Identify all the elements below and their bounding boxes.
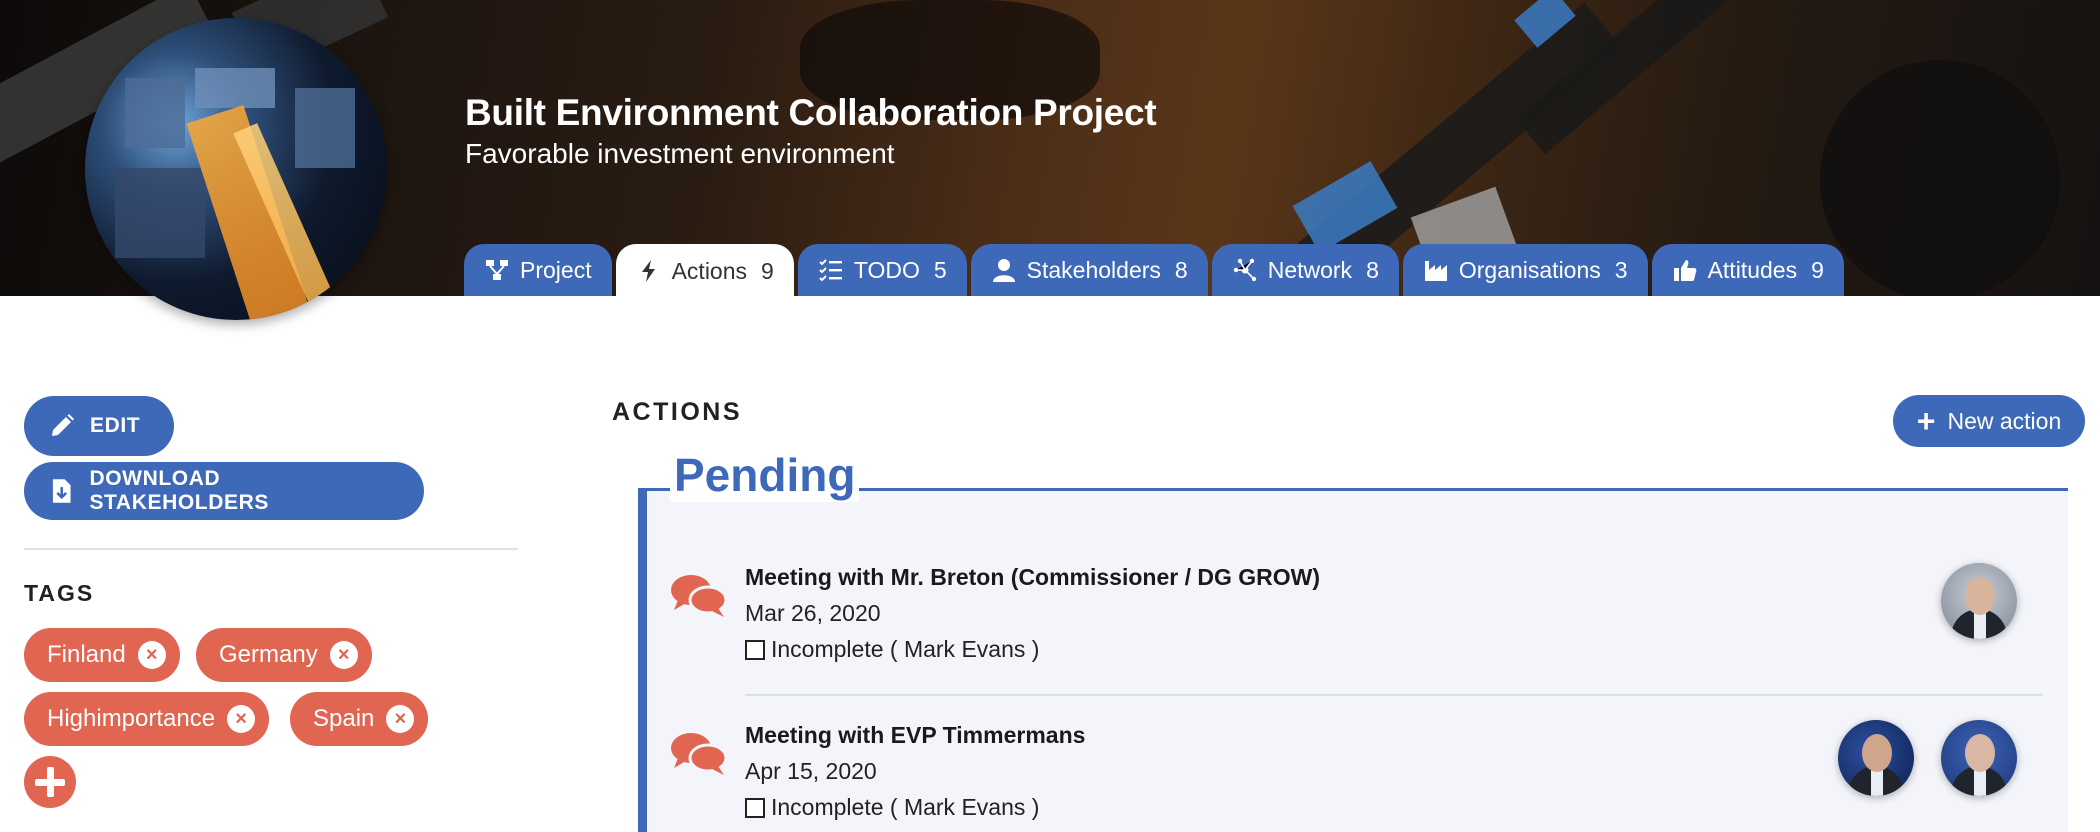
action-date: Mar 26, 2020 — [745, 600, 881, 626]
tab-count: 3 — [1614, 256, 1628, 283]
tab-label: TODO — [853, 256, 920, 283]
tab-count: 9 — [761, 257, 774, 284]
tab-actions[interactable]: Actions 9 — [615, 244, 794, 296]
action-status: Incomplete ( Mark Evans ) — [745, 636, 1039, 663]
image-detail — [125, 78, 185, 148]
remove-tag-icon[interactable]: × — [137, 641, 166, 669]
tag-label: Spain — [313, 705, 375, 732]
remove-tag-icon[interactable]: × — [386, 705, 415, 733]
participant-avatar[interactable] — [1941, 563, 2017, 639]
remove-tag-icon[interactable]: × — [227, 705, 256, 733]
actions-heading: ACTIONS — [612, 398, 742, 426]
incomplete-checkbox[interactable] — [745, 639, 765, 660]
download-stakeholders-button[interactable]: DOWNLOAD STAKEHOLDERS — [24, 462, 424, 520]
tag-germany: Germany × — [196, 628, 372, 682]
pending-title: Pending — [670, 448, 860, 502]
tag-label: Finland — [47, 641, 126, 668]
tag-spain: Spain × — [290, 692, 429, 746]
participant-avatar[interactable] — [1941, 720, 2017, 796]
thumbs-up-icon — [1673, 260, 1696, 281]
add-tag-button[interactable] — [24, 756, 76, 808]
tab-label: Stakeholders — [1026, 256, 1161, 283]
factory-icon — [1424, 261, 1447, 281]
plus-icon — [46, 767, 54, 797]
edit-button[interactable]: EDIT — [24, 396, 174, 456]
avatar-detail — [1965, 734, 1995, 772]
tab-label: Attitudes — [1707, 256, 1798, 283]
page-title: Built Environment Collaboration Project — [465, 92, 1157, 133]
checklist-icon — [819, 259, 842, 282]
tab-count: 8 — [1366, 256, 1379, 283]
new-action-label: New action — [1947, 407, 2062, 434]
tag-finland: Finland × — [24, 628, 180, 682]
incomplete-checkbox[interactable] — [745, 797, 765, 818]
action-status-text: Incomplete ( Mark Evans ) — [771, 636, 1040, 662]
pencil-icon — [52, 414, 74, 436]
action-status: Incomplete ( Mark Evans ) — [745, 794, 1039, 821]
project-icon — [486, 260, 508, 280]
project-image — [85, 18, 387, 320]
tag-label: Germany — [219, 641, 318, 668]
tag-label: Highimportance — [47, 705, 216, 732]
tab-count: 9 — [1811, 256, 1824, 283]
tab-count: 5 — [933, 256, 947, 283]
tab-label: Project — [520, 256, 592, 283]
remove-tag-icon[interactable]: × — [329, 641, 358, 669]
tab-network[interactable]: Network 8 — [1211, 244, 1399, 296]
network-icon — [1233, 258, 1256, 282]
banner-decoration — [1820, 60, 2060, 296]
tab-attitudes[interactable]: Attitudes 9 — [1651, 244, 1844, 296]
image-detail — [295, 88, 355, 168]
list-divider — [745, 694, 2043, 696]
tags-title: TAGS — [24, 580, 95, 606]
chat-icon — [671, 733, 728, 775]
new-action-button[interactable]: + New action — [1893, 395, 2085, 447]
tab-bar: Project Actions 9 TODO 5 Stakeholders 8 … — [464, 244, 1844, 296]
tab-label: Network — [1267, 256, 1353, 283]
action-title[interactable]: Meeting with EVP Timmermans — [745, 722, 1085, 749]
image-detail — [115, 168, 205, 258]
tab-project[interactable]: Project — [464, 244, 612, 296]
tab-label: Actions — [671, 257, 748, 284]
avatar-detail — [1862, 734, 1892, 772]
download-button-label: DOWNLOAD STAKEHOLDERS — [89, 467, 269, 514]
participant-avatar[interactable] — [1838, 720, 1914, 796]
edit-button-label: EDIT — [90, 414, 141, 437]
tag-highimportance: Highimportance × — [24, 692, 270, 746]
user-icon — [992, 259, 1015, 282]
action-date: Apr 15, 2020 — [745, 758, 877, 784]
plus-icon: + — [1916, 403, 1936, 439]
tab-label: Organisations — [1458, 256, 1601, 283]
avatar-detail — [1974, 613, 1986, 639]
action-status-text: Incomplete ( Mark Evans ) — [771, 794, 1040, 820]
chat-icon — [671, 575, 728, 617]
file-download-icon — [52, 479, 71, 503]
tab-count: 8 — [1174, 256, 1188, 283]
avatar-detail — [1965, 577, 1995, 615]
image-detail — [195, 68, 275, 108]
tab-organisations[interactable]: Organisations 3 — [1402, 244, 1648, 296]
sidebar-divider — [24, 548, 518, 550]
avatar-detail — [1871, 770, 1883, 796]
bolt-icon — [641, 260, 655, 282]
page-subtitle: Favorable investment environment — [465, 138, 895, 169]
action-title[interactable]: Meeting with Mr. Breton (Commissioner / … — [745, 564, 1320, 591]
avatar-detail — [1974, 770, 1986, 796]
tab-todo[interactable]: TODO 5 — [797, 244, 967, 296]
tab-stakeholders[interactable]: Stakeholders 8 — [970, 244, 1208, 296]
